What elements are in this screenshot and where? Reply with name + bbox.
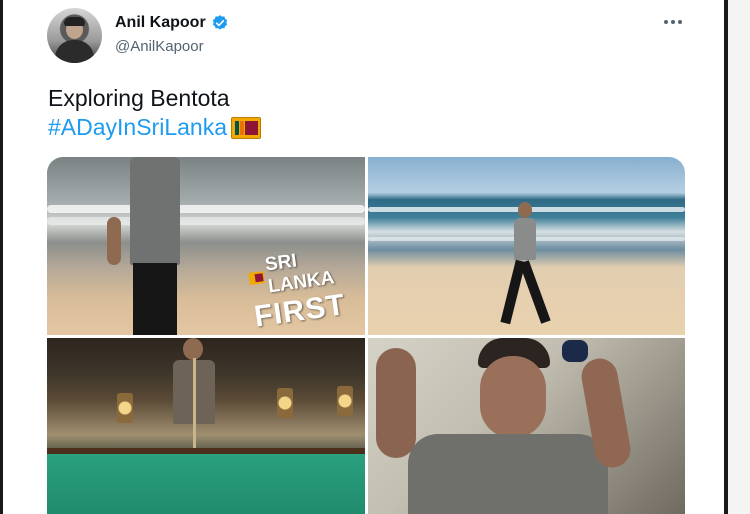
person-figure: [107, 157, 182, 335]
pool-table: [47, 448, 365, 514]
hashtag-line: #ADayInSriLanka: [48, 113, 261, 142]
flag-sri-lanka-icon: [248, 271, 265, 286]
more-options-button[interactable]: [659, 10, 687, 34]
more-dot-icon: [671, 20, 675, 24]
person-figure: [167, 338, 221, 448]
lamp: [117, 393, 133, 423]
tweet-text: Exploring Bentota #ADayInSriLanka: [48, 84, 261, 142]
sri-lanka-first-logo: SRI LANKA FIRST: [246, 241, 365, 334]
flag-sri-lanka-icon: [231, 116, 261, 139]
wave-foam: [47, 205, 365, 213]
author-handle[interactable]: @AnilKapoor: [115, 38, 204, 55]
verified-badge-icon: [211, 14, 229, 32]
boxing-glove: [562, 340, 588, 362]
avatar[interactable]: [47, 8, 102, 63]
more-dot-icon: [664, 20, 668, 24]
tweet-text-line: Exploring Bentota: [48, 85, 230, 111]
avatar-hair: [64, 17, 85, 26]
media-grid: SRI LANKA FIRST: [47, 157, 685, 514]
photo-playing-pool[interactable]: [47, 338, 365, 514]
lamp: [337, 386, 353, 416]
author-display-name[interactable]: Anil Kapoor: [115, 14, 206, 32]
more-dot-icon: [678, 20, 682, 24]
person-figure: [500, 202, 551, 330]
photo-beach-walk-wide[interactable]: [368, 157, 685, 335]
hashtag-link[interactable]: #ADayInSriLanka: [48, 113, 227, 142]
person-figure: [368, 338, 685, 514]
tweet-card[interactable]: Anil Kapoor @AnilKapoor Exploring Bentot…: [3, 0, 724, 514]
photo-flexing-boxing-glove[interactable]: [368, 338, 685, 514]
side-panel: [728, 0, 750, 514]
wave-foam: [47, 217, 365, 225]
author-name-row: Anil Kapoor: [115, 14, 229, 32]
photo-beach-walk-closeup[interactable]: SRI LANKA FIRST: [47, 157, 365, 335]
lamp: [277, 388, 293, 418]
avatar-body: [55, 40, 94, 63]
